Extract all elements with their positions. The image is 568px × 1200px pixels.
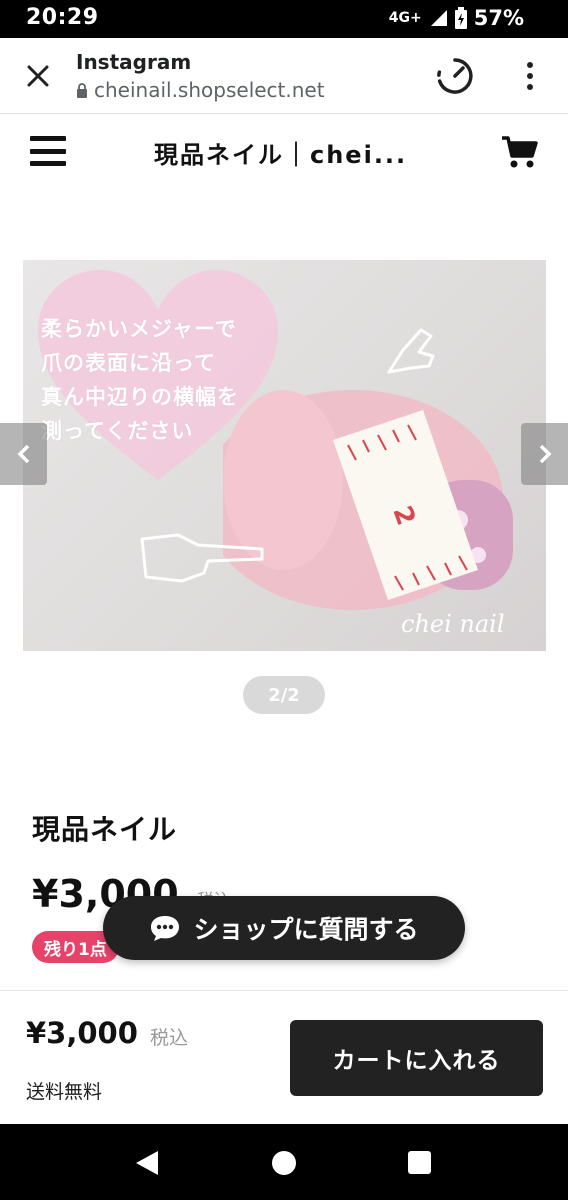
browser-url[interactable]: cheinail.shopselect.net — [76, 78, 325, 102]
timer-icon — [437, 58, 473, 94]
bottom-price: ¥3,000 — [26, 1016, 138, 1050]
browser-title: Instagram — [76, 50, 192, 74]
carousel-next-button[interactable] — [521, 423, 568, 485]
ask-shop-label: ショップに質問する — [193, 915, 419, 944]
more-vert-icon — [527, 62, 533, 68]
pointing-hand-top-icon — [387, 328, 435, 374]
status-indicators: 4G+ 57% — [389, 6, 524, 30]
timer-button[interactable] — [435, 56, 475, 96]
product-name: 現品ネイル — [32, 813, 178, 846]
shipping-label: 送料無料 — [26, 1081, 103, 1103]
url-text: cheinail.shopselect.net — [94, 78, 325, 102]
chevron-right-icon — [539, 444, 551, 464]
add-to-cart-button[interactable]: カートに入れる — [290, 1020, 543, 1096]
menu-button[interactable] — [30, 136, 66, 166]
browser-toolbar: Instagram cheinail.shopselect.net — [0, 38, 568, 114]
chat-bubble-icon — [151, 916, 180, 941]
slide-caption: 柔らかいメジャーで 爪の表面に沿って 真ん中辺りの横幅を 測ってください — [41, 317, 239, 443]
purchase-bar: ¥3,000 税込 送料無料 カートに入れる — [0, 990, 568, 1124]
lock-icon — [77, 82, 87, 98]
close-button[interactable] — [20, 58, 56, 94]
system-nav-bar — [0, 1124, 568, 1200]
bottom-tax-label: 税込 — [150, 1027, 189, 1049]
battery-level: 57% — [473, 6, 524, 30]
pointing-hand-left-icon — [140, 533, 264, 583]
status-time: 20:29 — [26, 5, 99, 30]
cart-icon — [502, 136, 538, 168]
recents-icon[interactable] — [408, 1151, 431, 1174]
shop-title: 現品ネイル｜chei... — [154, 141, 408, 169]
page-indicator: 2/2 — [243, 676, 325, 714]
carousel-prev-button[interactable] — [0, 423, 47, 485]
ask-shop-button[interactable]: ショップに質問する — [103, 896, 465, 960]
shop-header: 現品ネイル｜chei... — [0, 115, 568, 189]
home-icon[interactable] — [272, 1151, 296, 1175]
network-type: 4G+ — [388, 10, 422, 26]
close-icon — [27, 65, 49, 87]
product-image[interactable]: 2 柔らかいメジャーで 爪の表面に沿って 真ん中辺りの横幅を 測ってください c… — [23, 260, 546, 651]
status-bar: 20:29 4G+ 57% — [0, 0, 568, 38]
battery-icon — [454, 7, 467, 29]
product-image-carousel[interactable]: 2 柔らかいメジャーで 爪の表面に沿って 真ん中辺りの横幅を 測ってください c… — [0, 258, 568, 652]
back-icon[interactable] — [134, 1150, 160, 1176]
cart-button[interactable] — [500, 135, 540, 169]
nail-illustration: 2 — [223, 390, 513, 610]
more-options-button[interactable] — [514, 56, 546, 96]
chevron-left-icon — [17, 444, 29, 464]
watermark: chei nail — [401, 610, 505, 638]
signal-icon — [430, 10, 447, 26]
menu-icon — [30, 136, 66, 141]
